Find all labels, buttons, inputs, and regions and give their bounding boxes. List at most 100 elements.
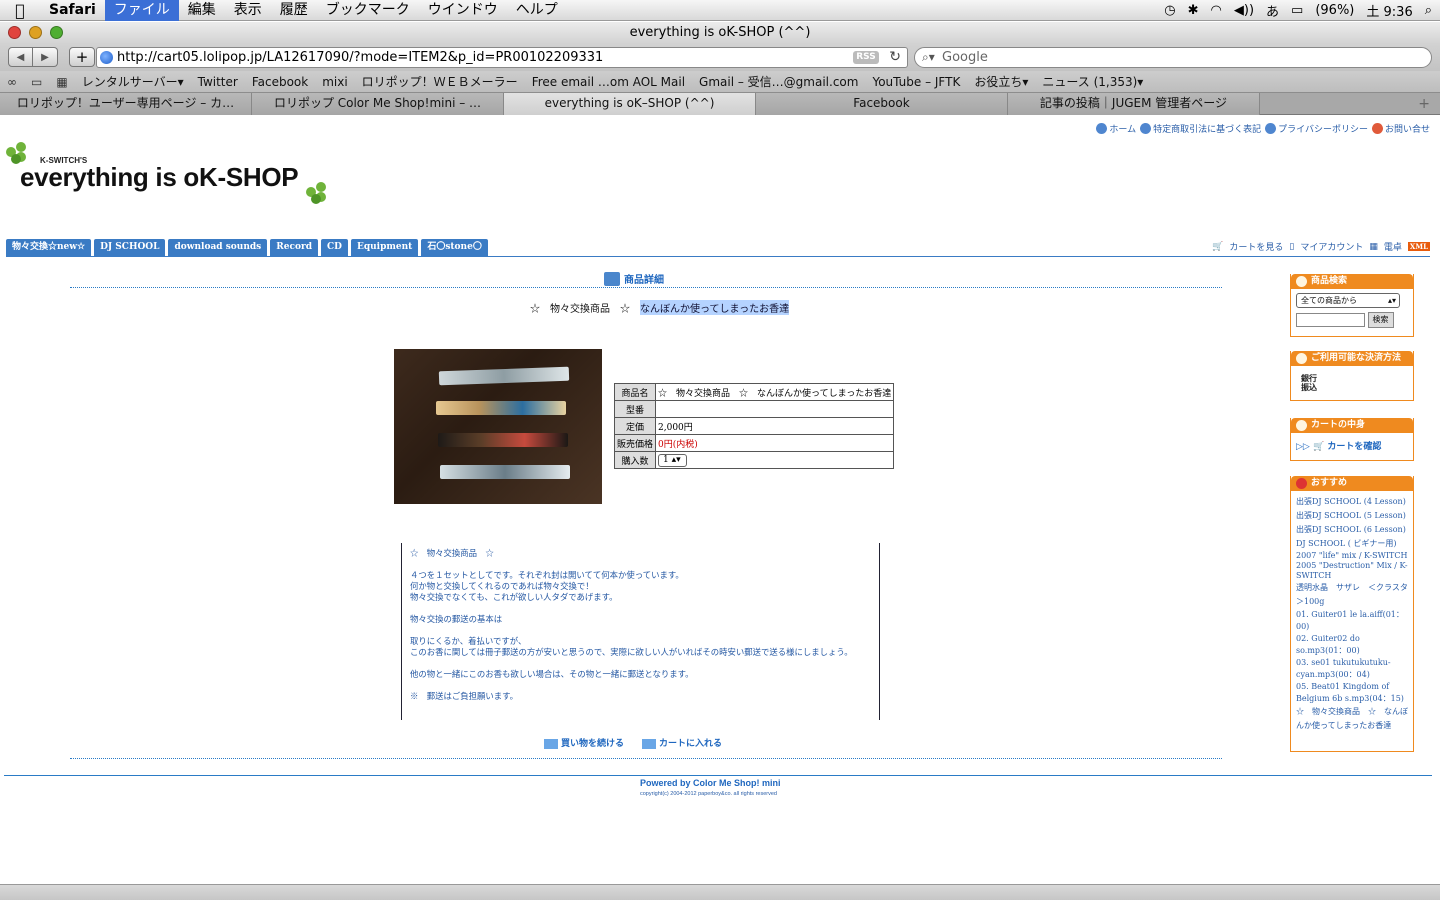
recommend-item[interactable]: 出張DJ SCHOOL (5 Lesson) bbox=[1296, 509, 1408, 523]
account-icon: ▯ bbox=[1289, 241, 1295, 252]
my-account-link[interactable]: マイアカウント bbox=[1300, 240, 1363, 253]
top-link-privacy[interactable]: プライバシーポリシー bbox=[1265, 122, 1368, 135]
tab-facebook[interactable]: Facebook bbox=[756, 93, 1008, 115]
address-bar[interactable]: http://cart05.lolipop.jp/LA12617090/?mod… bbox=[96, 47, 908, 68]
tab-jugem[interactable]: 記事の投稿｜JUGEM 管理者ページ bbox=[1008, 93, 1260, 115]
recommend-item[interactable]: 2005 "Destruction" Mix / K-SWITCH bbox=[1296, 561, 1408, 581]
book-icon[interactable]: ▭ bbox=[24, 72, 49, 92]
new-tab-icon[interactable]: + bbox=[1418, 93, 1430, 115]
top-link-home-label[interactable]: ホーム bbox=[1109, 122, 1136, 135]
document-icon bbox=[1296, 353, 1307, 364]
bookmark-aol-mail[interactable]: Free email …om AOL Mail bbox=[525, 72, 692, 92]
address-url[interactable]: http://cart05.lolipop.jp/LA12617090/?mod… bbox=[117, 50, 603, 65]
search-category-value[interactable]: 全ての商品から bbox=[1301, 296, 1357, 305]
nav-equipment[interactable]: Equipment bbox=[350, 239, 419, 256]
bookmark-mixi[interactable]: mixi bbox=[315, 72, 354, 92]
bookmark-rental-server[interactable]: レンタルサーバー▾ bbox=[75, 72, 191, 92]
calculator-link[interactable]: 電卓 bbox=[1384, 240, 1402, 253]
sidebar-search-button[interactable]: 検索 bbox=[1367, 312, 1394, 328]
xml-feed-badge[interactable]: XML bbox=[1407, 242, 1430, 251]
wifi-icon[interactable]: ◠ bbox=[1211, 3, 1222, 18]
shop-logo[interactable]: K-SWITCH'S everything is oK-SHOP bbox=[6, 138, 346, 218]
bookmark-facebook[interactable]: Facebook bbox=[245, 72, 315, 92]
top-sites-grid-icon[interactable]: ▦ bbox=[49, 72, 74, 92]
input-method-icon[interactable]: あ bbox=[1266, 1, 1279, 20]
nav-stone[interactable]: 石〇stone〇 bbox=[421, 239, 488, 256]
quantity-select[interactable]: 1 ▴▾ bbox=[658, 453, 688, 467]
menu-view[interactable]: 表示 bbox=[225, 0, 271, 21]
add-to-cart-button[interactable]: カートに入れる bbox=[642, 736, 722, 749]
add-to-cart-label[interactable]: カートに入れる bbox=[659, 739, 722, 749]
top-link-contact[interactable]: お問い合せ bbox=[1371, 122, 1430, 135]
clock[interactable]: 土 9:36 bbox=[1366, 1, 1412, 20]
top-link-legal-label[interactable]: 特定商取引法に基づく表記 bbox=[1153, 122, 1261, 135]
volume-icon[interactable]: ◀)) bbox=[1234, 3, 1254, 18]
top-link-contact-label[interactable]: お問い合せ bbox=[1385, 122, 1430, 135]
web-page: ホーム 特定商取引法に基づく表記 プライバシーポリシー お問い合せ K-SWIT… bbox=[0, 116, 1440, 886]
product-photo[interactable] bbox=[394, 349, 602, 504]
recommend-item[interactable]: 出張DJ SCHOOL (6 Lesson) bbox=[1296, 523, 1408, 537]
menu-edit[interactable]: 編集 bbox=[179, 0, 225, 21]
close-window-button[interactable] bbox=[8, 26, 21, 39]
reading-glasses-icon[interactable]: ∞ bbox=[0, 72, 24, 92]
search-category-select[interactable]: 全ての商品から ▴▾ bbox=[1296, 293, 1400, 308]
recommend-item[interactable]: 出張DJ SCHOOL (4 Lesson) bbox=[1296, 495, 1408, 509]
recommend-item[interactable]: 2007 "life" mix / K-SWITCH bbox=[1296, 551, 1408, 561]
bookmark-folder-useful[interactable]: お役立ち▾ bbox=[967, 72, 1035, 92]
continue-shopping-label[interactable]: 買い物を続ける bbox=[561, 739, 624, 749]
bookmark-folder-news[interactable]: ニュース (1,353)▾ bbox=[1035, 72, 1150, 92]
recommend-item[interactable]: 01. Guiter01 le la.aiff(01：00) bbox=[1296, 609, 1408, 633]
tab-lolipop-user[interactable]: ロリポップ！ユーザー専用ページ – カ… bbox=[0, 93, 252, 115]
recommend-item[interactable]: 02. Guiter02 do so.mp3(01：00) bbox=[1296, 633, 1408, 657]
menu-file[interactable]: ファイル bbox=[104, 0, 179, 21]
menu-app[interactable]: Safari bbox=[40, 0, 105, 21]
recommend-item[interactable]: 05. Beat01 Kingdom of Belgium 6b s.mp3(0… bbox=[1296, 681, 1408, 705]
view-cart-button-label[interactable]: カートを確認 bbox=[1327, 442, 1381, 452]
view-cart-button[interactable]: ▷▷ 🛒 カートを確認 bbox=[1296, 442, 1381, 452]
menu-window[interactable]: ウインドウ bbox=[419, 0, 507, 21]
top-link-home[interactable]: ホーム bbox=[1096, 122, 1136, 135]
top-link-legal[interactable]: 特定商取引法に基づく表記 bbox=[1140, 122, 1261, 135]
zoom-window-button[interactable] bbox=[50, 26, 63, 39]
nav-cd[interactable]: CD bbox=[321, 239, 348, 256]
search-field[interactable]: ⌕▾ Google bbox=[914, 47, 1432, 68]
nav-download-sounds[interactable]: download sounds bbox=[168, 239, 268, 256]
apple-icon[interactable]:  bbox=[0, 1, 40, 20]
recommend-item[interactable]: DJ SCHOOL ( ビギナー用) bbox=[1296, 537, 1408, 551]
reload-icon[interactable]: ↻ bbox=[889, 48, 901, 67]
sidebar-cart-box: カートの中身 ▷▷ 🛒 カートを確認 bbox=[1290, 418, 1414, 461]
nav-dj-school[interactable]: DJ SCHOOL bbox=[94, 239, 166, 256]
top-link-privacy-label[interactable]: プライバシーポリシー bbox=[1278, 122, 1368, 135]
nav-record[interactable]: Record bbox=[270, 239, 318, 256]
forward-button[interactable]: ▶ bbox=[33, 47, 58, 67]
tab-ok-shop[interactable]: everything is oK–SHOP (^^) bbox=[504, 93, 756, 115]
recommend-item[interactable]: 03. se01 tukutukutuku-cyan.mp3(00：04) bbox=[1296, 657, 1408, 681]
powered-by-link[interactable]: Powered by Color Me Shop! mini bbox=[640, 778, 781, 788]
tab-colorme[interactable]: ロリポップ Color Me Shop!mini – … bbox=[252, 93, 504, 115]
minimize-window-button[interactable] bbox=[29, 26, 42, 39]
bookmark-twitter[interactable]: Twitter bbox=[191, 72, 245, 92]
menu-bookmarks[interactable]: ブックマーク bbox=[317, 0, 419, 21]
add-bookmark-button[interactable]: + bbox=[69, 47, 95, 67]
rss-button[interactable]: RSS bbox=[853, 51, 879, 64]
bookmark-lolipop-mailer[interactable]: ロリポップ！ＷＥＢメーラー bbox=[355, 72, 525, 92]
sidebar-search-input[interactable] bbox=[1296, 313, 1365, 327]
description-paragraph: 取りにくるか、着払いですが、 このお香に関しては冊子郵送の方が安いと思うので、実… bbox=[410, 636, 853, 657]
continue-shopping-button[interactable]: 買い物を続ける bbox=[544, 736, 624, 749]
quantity-value[interactable]: 1 bbox=[663, 455, 669, 465]
bookmark-gmail[interactable]: Gmail – 受信…@gmail.com bbox=[692, 72, 865, 92]
browser-toolbar: ◀ ▶ + http://cart05.lolipop.jp/LA1261709… bbox=[0, 44, 1440, 71]
view-cart-link[interactable]: カートを見る bbox=[1229, 240, 1283, 253]
battery-icon[interactable]: ▭ bbox=[1291, 3, 1303, 18]
nav-barter[interactable]: 物々交換☆new☆ bbox=[6, 239, 92, 256]
spotlight-icon[interactable]: ⌕ bbox=[1425, 3, 1432, 18]
back-button[interactable]: ◀ bbox=[8, 47, 33, 67]
recommend-item[interactable]: 透明水晶 サザレ ＜クラスタ＞100g bbox=[1296, 581, 1408, 609]
menu-history[interactable]: 履歴 bbox=[271, 0, 317, 21]
time-machine-icon[interactable]: ◷ bbox=[1164, 3, 1175, 18]
recommend-item[interactable]: ☆ 物々交換商品 ☆ なんぼんか使ってしまったお香達 bbox=[1296, 705, 1408, 733]
bluetooth-icon[interactable]: ✱ bbox=[1188, 3, 1199, 18]
bookmark-youtube[interactable]: YouTube – JFTK bbox=[865, 72, 967, 92]
payment-method: 振込 bbox=[1301, 382, 1317, 392]
menu-help[interactable]: ヘルプ bbox=[507, 0, 567, 21]
